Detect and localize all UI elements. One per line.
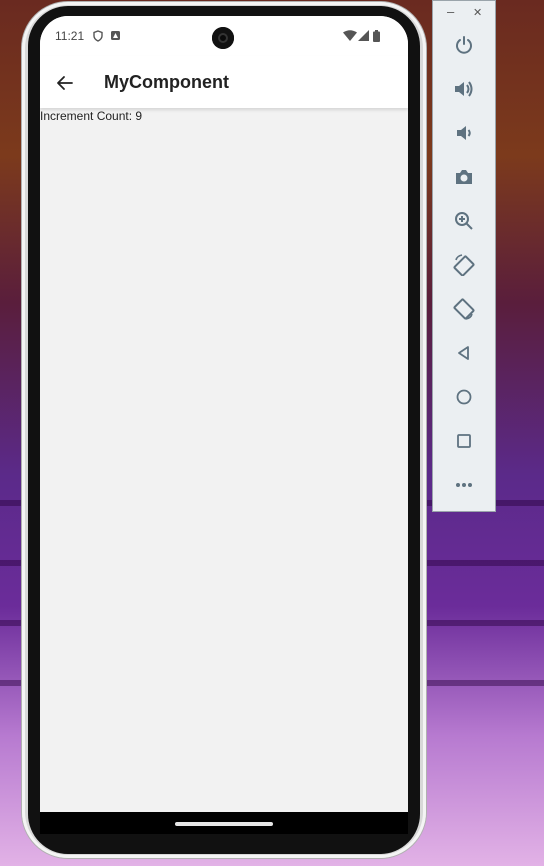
device-screen: 11:21 MyComponent Increment Count: 9 [40,16,408,828]
notification-icon [110,30,121,41]
app-bar: MyComponent [40,56,408,108]
back-arrow-icon[interactable] [52,70,78,96]
battery-icon [373,30,380,42]
camera-icon[interactable] [451,164,477,190]
wifi-icon [343,30,357,41]
shield-icon [92,30,104,42]
back-icon[interactable] [451,340,477,366]
rotate-right-icon[interactable] [451,296,477,322]
power-icon[interactable] [451,32,477,58]
overview-icon[interactable] [451,428,477,454]
front-camera [212,27,234,49]
cellular-signal-icon [358,30,369,41]
more-icon[interactable] [451,472,477,498]
minimize-button[interactable]: – [447,4,454,19]
page-title: MyComponent [104,72,229,92]
status-time: 11:21 [55,29,85,43]
volume-up-icon[interactable] [451,76,477,102]
rotate-left-icon[interactable] [451,252,477,278]
close-button[interactable]: ✕ [473,6,482,19]
zoom-in-icon[interactable] [451,208,477,234]
volume-down-icon[interactable] [451,120,477,146]
gesture-nav-bar [40,812,408,834]
home-gesture-handle[interactable] [175,822,273,826]
emulator-toolbar: – ✕ [432,0,496,512]
toolbar-title-bar: – ✕ [433,1,497,25]
home-icon[interactable] [451,384,477,410]
increment-count-text: Increment Count: 9 [40,109,143,123]
status-bar: 11:21 [40,16,408,56]
